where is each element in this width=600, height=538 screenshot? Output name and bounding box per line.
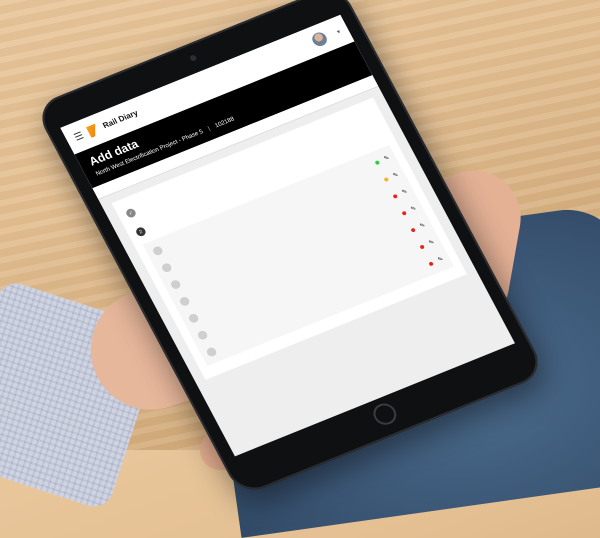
home-button[interactable]: [369, 400, 401, 429]
status-dot: [410, 227, 416, 233]
check-icon: ✓: [124, 207, 138, 219]
status-dot: [401, 210, 407, 216]
camera-icon: [189, 54, 198, 62]
step-number: [169, 278, 183, 291]
step-number: [160, 262, 174, 274]
step-number: [205, 346, 218, 358]
pencil-icon[interactable]: ✎: [392, 171, 399, 179]
step-number: [178, 295, 191, 308]
pencil-icon[interactable]: ✎: [428, 239, 435, 246]
step-number: [187, 312, 200, 324]
pencil-icon[interactable]: ✎: [419, 222, 426, 230]
rail-diary-logo-icon: [86, 124, 101, 138]
pencil-icon[interactable]: ✎: [437, 255, 444, 263]
menu-icon[interactable]: ☰: [72, 130, 86, 143]
chevron-down-icon[interactable]: ▾: [336, 28, 342, 35]
separator: |: [207, 126, 212, 133]
status-dot: [392, 193, 398, 199]
pencil-icon[interactable]: ✎: [410, 205, 417, 213]
project-code: 102188: [214, 116, 236, 130]
step-number: 2: [134, 226, 148, 238]
logo: Rail Diary: [101, 108, 140, 131]
step-number: [151, 245, 165, 257]
status-dot: [374, 159, 380, 165]
status-dot: [419, 244, 425, 250]
status-dot: [383, 176, 389, 182]
step-number: [196, 329, 209, 341]
status-dot: [428, 260, 434, 266]
avatar[interactable]: [309, 30, 330, 49]
pencil-icon[interactable]: ✎: [401, 188, 408, 196]
logo-text: Rail Diary: [101, 108, 140, 131]
pencil-icon[interactable]: ✎: [383, 154, 390, 162]
